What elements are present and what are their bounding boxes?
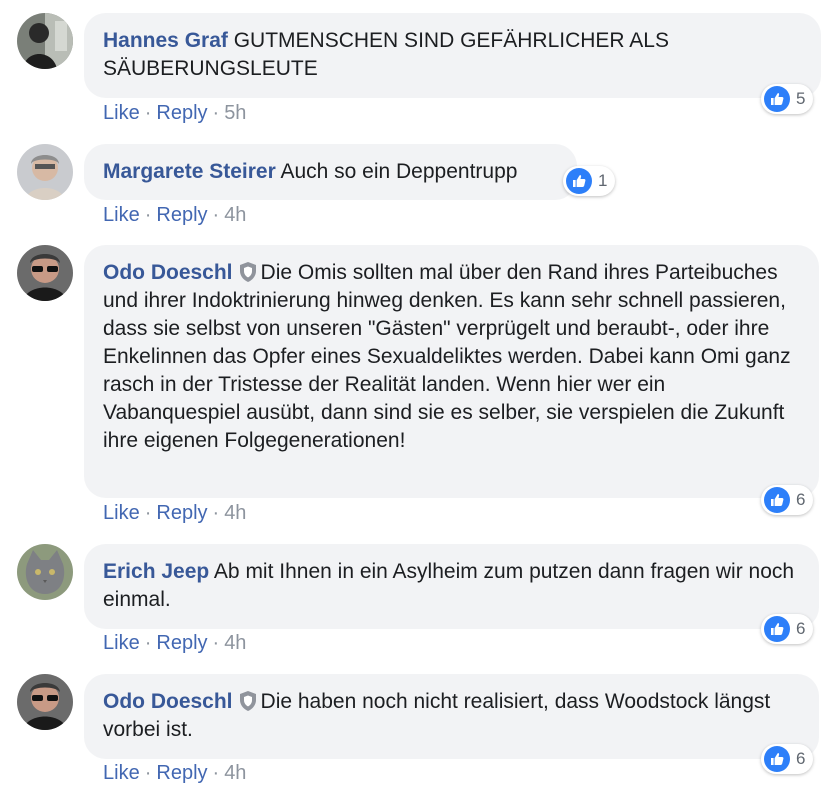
comment-bubble: Odo Doeschl Die Omis sollten mal über den… bbox=[84, 245, 819, 498]
timestamp[interactable]: 4h bbox=[224, 502, 246, 524]
cat-avatar-icon bbox=[17, 544, 73, 600]
timestamp[interactable]: 4h bbox=[224, 632, 246, 654]
like-reaction-icon bbox=[566, 168, 592, 194]
comment-bubble: Odo Doeschl Die haben noch nicht realisie… bbox=[84, 674, 819, 759]
author-name[interactable]: Odo Doeschl bbox=[103, 261, 233, 284]
reaction-count-badge[interactable]: 1 bbox=[563, 166, 616, 196]
reply-link[interactable]: Reply bbox=[156, 762, 207, 784]
shield-icon bbox=[239, 262, 257, 282]
comment-text: Die Omis sollten mal über den Rand ihres… bbox=[103, 261, 791, 452]
separator: · bbox=[144, 762, 152, 784]
like-link[interactable]: Like bbox=[103, 102, 140, 124]
comment-actions: Like · Reply · 5h bbox=[103, 102, 246, 125]
like-reaction-icon bbox=[764, 487, 790, 513]
author-name[interactable]: Erich Jeep bbox=[103, 560, 209, 583]
like-reaction-icon bbox=[764, 86, 790, 112]
separator: · bbox=[144, 632, 152, 654]
comment-bubble: Hannes Graf GUTMENSCHEN SIND GEFÄHRLICHE… bbox=[84, 13, 821, 98]
reply-link[interactable]: Reply bbox=[156, 632, 207, 654]
separator: · bbox=[144, 102, 152, 124]
separator: · bbox=[144, 502, 152, 524]
reaction-count: 6 bbox=[796, 490, 806, 509]
comment-actions: Like · Reply · 4h bbox=[103, 204, 246, 227]
person-avatar-icon bbox=[17, 144, 73, 200]
like-link[interactable]: Like bbox=[103, 502, 140, 524]
person-avatar-icon bbox=[17, 245, 73, 301]
comment-actions: Like · Reply · 4h bbox=[103, 632, 246, 655]
shield-icon bbox=[239, 691, 257, 711]
reaction-count-badge[interactable]: 6 bbox=[761, 744, 814, 774]
person-avatar-icon bbox=[17, 674, 73, 730]
author-name[interactable]: Margarete Steirer bbox=[103, 160, 276, 183]
author-name[interactable]: Hannes Graf bbox=[103, 29, 228, 52]
timestamp[interactable]: 4h bbox=[224, 204, 246, 226]
reply-link[interactable]: Reply bbox=[156, 102, 207, 124]
reaction-count: 6 bbox=[796, 619, 806, 638]
separator: · bbox=[212, 502, 220, 524]
reply-link[interactable]: Reply bbox=[156, 204, 207, 226]
like-link[interactable]: Like bbox=[103, 204, 140, 226]
comment-actions: Like · Reply · 4h bbox=[103, 502, 246, 525]
avatar[interactable] bbox=[17, 144, 73, 200]
reaction-count: 5 bbox=[796, 89, 806, 108]
avatar[interactable] bbox=[17, 674, 73, 730]
reaction-count-badge[interactable]: 6 bbox=[761, 485, 814, 515]
like-link[interactable]: Like bbox=[103, 762, 140, 784]
reaction-count-badge[interactable]: 6 bbox=[761, 614, 814, 644]
separator: · bbox=[212, 762, 220, 784]
separator: · bbox=[212, 632, 220, 654]
like-link[interactable]: Like bbox=[103, 632, 140, 654]
separator: · bbox=[212, 102, 220, 124]
reply-link[interactable]: Reply bbox=[156, 502, 207, 524]
comment-actions: Like · Reply · 4h bbox=[103, 762, 246, 785]
avatar[interactable] bbox=[17, 245, 73, 301]
separator: · bbox=[144, 204, 152, 226]
avatar[interactable] bbox=[17, 544, 73, 600]
like-reaction-icon bbox=[764, 746, 790, 772]
like-reaction-icon bbox=[764, 616, 790, 642]
comment-text: Auch so ein Deppentrupp bbox=[280, 160, 518, 183]
person-avatar-icon bbox=[17, 13, 73, 69]
reaction-count: 1 bbox=[598, 171, 608, 190]
separator: · bbox=[212, 204, 220, 226]
reaction-count-badge[interactable]: 5 bbox=[761, 84, 814, 114]
author-name[interactable]: Odo Doeschl bbox=[103, 690, 233, 713]
timestamp[interactable]: 4h bbox=[224, 762, 246, 784]
timestamp[interactable]: 5h bbox=[224, 102, 246, 124]
comment-bubble: Erich Jeep Ab mit Ihnen in ein Asylheim … bbox=[84, 544, 819, 629]
comment-bubble: Margarete Steirer Auch so ein Deppentrup… bbox=[84, 144, 577, 200]
avatar[interactable] bbox=[17, 13, 73, 69]
reaction-count: 6 bbox=[796, 749, 806, 768]
